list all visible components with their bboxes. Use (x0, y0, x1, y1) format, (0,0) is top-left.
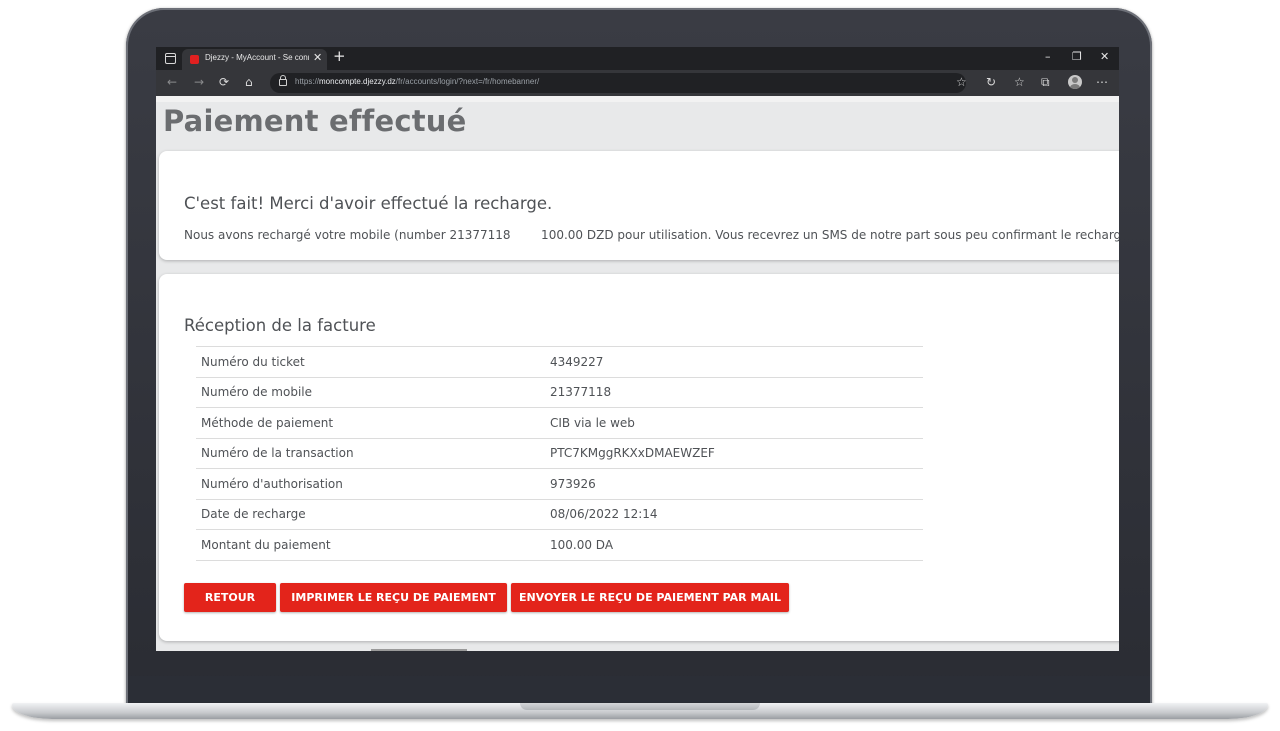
window-close-icon[interactable]: ✕ (1100, 50, 1109, 63)
profile-icon[interactable] (1068, 75, 1082, 89)
table-row: Montant du paiement 100.00 DA (196, 529, 923, 560)
minimize-icon[interactable]: – (1045, 50, 1051, 63)
row-label: Montant du paiement (201, 537, 331, 552)
more-icon[interactable]: ⋯ (1096, 75, 1108, 89)
restore-icon[interactable]: ❐ (1072, 50, 1082, 63)
row-value: 4349227 (550, 354, 604, 369)
row-label: Date de recharge (201, 507, 306, 522)
refresh-shield-icon[interactable]: ↻ (986, 75, 996, 89)
row-label: Numéro d'authorisation (201, 476, 343, 491)
print-receipt-button[interactable]: IMPRIMER LE REÇU DE PAIEMENT (280, 583, 507, 612)
confirmation-message: Nous avons rechargé votre mobile (number… (184, 228, 1119, 242)
row-value: CIB via le web (550, 415, 635, 430)
row-label: Méthode de paiement (201, 415, 334, 430)
url-text: https://moncompte.djezzy.dz/fr/accounts/… (295, 77, 539, 86)
table-row: Numéro du ticket 4349227 (196, 346, 923, 378)
scrollbar[interactable] (371, 649, 467, 651)
forward-icon[interactable]: → (194, 75, 204, 89)
table-row: Numéro d'authorisation 973926 (196, 468, 923, 500)
tab-title: Djezzy - MyAccount - Se connecter (205, 53, 309, 62)
laptop-notch (520, 703, 760, 710)
row-value: 973926 (550, 476, 596, 491)
invoice-table: Numéro du ticket 4349227 Numéro de mobil… (196, 346, 923, 561)
back-button[interactable]: RETOUR (184, 583, 276, 612)
favorites-icon[interactable]: ☆ (1014, 75, 1025, 89)
row-label: Numéro du ticket (201, 354, 305, 369)
lock-icon[interactable] (279, 75, 287, 86)
tab-bar: Djezzy - MyAccount - Se connecter ✕ + – … (156, 47, 1119, 70)
home-icon[interactable]: ⌂ (245, 75, 253, 89)
back-icon[interactable]: ← (167, 75, 177, 89)
table-row: Méthode de paiement CIB via le web (196, 407, 923, 439)
new-tab-icon[interactable]: + (333, 47, 346, 65)
browser-tab[interactable]: Djezzy - MyAccount - Se connecter ✕ (182, 49, 327, 70)
row-label: Numéro de mobile (201, 385, 312, 400)
row-value: 100.00 DA (550, 537, 614, 552)
favorites-add-icon[interactable]: ☆ (956, 75, 967, 89)
laptop-bezel (128, 676, 1150, 704)
row-label: Numéro de la transaction (201, 446, 354, 461)
tab-actions-icon[interactable] (165, 53, 176, 64)
address-bar: ← → ⟳ ⌂ https://moncompte.djezzy.dz/fr/a… (156, 70, 1119, 96)
url-input[interactable]: https://moncompte.djezzy.dz/fr/accounts/… (270, 73, 966, 93)
collections-icon[interactable]: ⧉ (1041, 75, 1050, 90)
confirmation-card: C'est fait! Merci d'avoir effectué la re… (159, 151, 1119, 260)
url-path: /fr/accounts/login/?next=/fr/homebanner/ (395, 77, 540, 86)
table-row: Date de recharge 08/06/2022 12:14 (196, 499, 923, 530)
page-title: Paiement effectué (163, 104, 467, 138)
page-top-strip (156, 96, 1119, 102)
row-value: PTC7KMggRKXxDMAEWZEF (550, 446, 715, 461)
screen: Djezzy - MyAccount - Se connecter ✕ + – … (156, 47, 1119, 651)
djezzy-favicon-icon (190, 55, 199, 64)
url-host: moncompte.djezzy.dz (319, 77, 396, 86)
confirmation-heading: C'est fait! Merci d'avoir effectué la re… (184, 194, 553, 213)
row-value: 21377118 (550, 385, 612, 400)
invoice-card: Réception de la facture Numéro du ticket… (159, 274, 1119, 641)
url-prefix: https:// (295, 77, 320, 86)
invoice-heading: Réception de la facture (184, 316, 376, 335)
tab-close-icon[interactable]: ✕ (313, 51, 322, 64)
table-row: Numéro de la transaction PTC7KMggRKXxDMA… (196, 438, 923, 469)
reload-icon[interactable]: ⟳ (219, 75, 229, 89)
row-value: 08/06/2022 12:14 (550, 507, 658, 522)
email-receipt-button[interactable]: ENVOYER LE REÇU DE PAIEMENT PAR MAIL (511, 583, 789, 612)
table-row: Numéro de mobile 21377118 (196, 377, 923, 408)
